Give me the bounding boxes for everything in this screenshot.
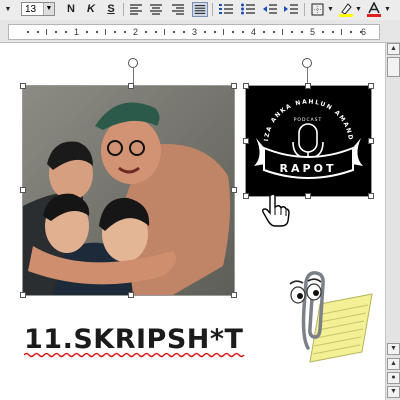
resize-handle[interactable] (128, 292, 134, 298)
font-color-bar (367, 14, 381, 17)
ruler-number: 1 (74, 27, 80, 37)
ruler-dot (124, 31, 126, 33)
resize-handle[interactable] (243, 83, 249, 89)
ruler-dot (86, 31, 88, 33)
group-photo-image (23, 86, 234, 295)
ruler-dot (301, 31, 303, 33)
ruler-dot (37, 31, 39, 33)
borders-dropdown-arrow[interactable]: ▼ (327, 2, 334, 17)
font-name-dropdown-arrow[interactable]: ▼ (3, 2, 13, 17)
vertical-scrollbar[interactable]: ▲ ▼ ▲ ● ▼ (385, 43, 400, 400)
rotate-handle[interactable] (128, 58, 138, 68)
resize-handle[interactable] (305, 193, 311, 199)
ruler-tick (282, 29, 283, 35)
ruler-dot (360, 31, 362, 33)
ruler-dot (273, 31, 275, 33)
ruler-dot (291, 31, 293, 33)
rapot-podcast-logo: RIZA ANKA NAHLUN AMANDA PODCAST RAPOT (246, 86, 371, 196)
scroll-down-button[interactable]: ▼ (387, 343, 400, 355)
ruler-tick (46, 29, 47, 35)
ruler-dot (232, 31, 234, 33)
resize-handle[interactable] (20, 292, 26, 298)
toolbar-separator (123, 3, 124, 16)
office-paperclip-assistant-icon[interactable] (278, 268, 378, 364)
rotate-handle[interactable] (302, 58, 312, 68)
selected-photo-frame[interactable] (22, 85, 235, 296)
ruler-dot (350, 31, 352, 33)
font-size-dropdown-arrow[interactable]: ▼ (43, 3, 54, 15)
ruler-dot (55, 31, 57, 33)
highlight-dropdown-arrow[interactable]: ▼ (355, 2, 362, 17)
ruler-tick (341, 29, 342, 35)
selected-logo-frame[interactable]: RIZA ANKA NAHLUN AMANDA PODCAST RAPOT (245, 85, 372, 197)
ruler-dot (173, 31, 175, 33)
decrease-indent-icon[interactable] (262, 2, 278, 17)
select-browse-object-button[interactable]: ● (387, 372, 400, 384)
resize-handle[interactable] (305, 83, 311, 89)
logo-sub-text: PODCAST (294, 117, 323, 123)
ruler-dot (145, 31, 147, 33)
highlight-color-bar (339, 14, 353, 17)
bold-button[interactable]: N (64, 2, 78, 17)
resize-handle[interactable] (231, 187, 237, 193)
italic-button[interactable]: K (84, 2, 98, 17)
toolbar-separator (212, 3, 213, 16)
numbered-list-icon[interactable] (218, 2, 234, 17)
previous-page-button[interactable]: ▲ (387, 358, 400, 370)
ruler-dot (242, 31, 244, 33)
ruler-number: 4 (251, 27, 257, 37)
highlight-icon[interactable] (338, 2, 354, 17)
align-right-icon[interactable] (170, 2, 186, 17)
ruler-dot (214, 31, 216, 33)
resize-handle[interactable] (243, 193, 249, 199)
formatting-toolbar: ▼ 13 ▼ N K S ▼ ▼ ▼ (0, 0, 400, 21)
ruler-dot (155, 31, 157, 33)
ruler-number: 3 (192, 27, 198, 37)
scroll-thumb[interactable] (387, 57, 400, 77)
ruler-dot (204, 31, 206, 33)
ruler-tick (223, 29, 224, 35)
font-size-combo[interactable]: 13 ▼ (21, 2, 55, 16)
resize-handle[interactable] (368, 193, 374, 199)
resize-handle[interactable] (231, 83, 237, 89)
hand-pointer-icon (262, 193, 290, 227)
spellcheck-underline (24, 352, 245, 358)
resize-handle[interactable] (20, 83, 26, 89)
resize-handle[interactable] (368, 138, 374, 144)
logo-banner-text: RAPOT (280, 162, 337, 175)
horizontal-ruler-bar: 1 2 3 4 5 6 (0, 20, 400, 59)
resize-handle[interactable] (128, 83, 134, 89)
borders-icon[interactable] (310, 2, 326, 17)
ruler-dot (322, 31, 324, 33)
ruler-number: 2 (133, 27, 139, 37)
align-left-icon[interactable] (128, 2, 144, 17)
resize-handle[interactable] (231, 292, 237, 298)
ruler-dot (114, 31, 116, 33)
ruler-tick (164, 29, 165, 35)
font-size-value: 13 (25, 4, 37, 15)
font-color-dropdown-arrow[interactable]: ▼ (384, 2, 391, 17)
bullet-list-icon[interactable] (240, 2, 256, 17)
increase-indent-icon[interactable] (283, 2, 299, 17)
next-page-button[interactable]: ▼ (387, 386, 400, 398)
resize-handle[interactable] (368, 83, 374, 89)
justify-icon[interactable] (192, 2, 208, 17)
align-center-icon[interactable] (148, 2, 164, 17)
resize-handle[interactable] (20, 187, 26, 193)
scroll-up-button[interactable]: ▲ (387, 43, 400, 55)
font-color-icon[interactable] (366, 2, 382, 17)
toolbar-separator (304, 3, 305, 16)
underline-button[interactable]: S (104, 2, 118, 17)
ruler-dot (332, 31, 334, 33)
ruler-dot (183, 31, 185, 33)
resize-handle[interactable] (243, 138, 249, 144)
ruler-dot (96, 31, 98, 33)
horizontal-ruler[interactable]: 1 2 3 4 5 6 (8, 24, 380, 40)
ruler-number: 5 (310, 27, 316, 37)
ruler-tick (105, 29, 106, 35)
ruler-dot (263, 31, 265, 33)
ruler-dot (65, 31, 67, 33)
ruler-dot (27, 31, 29, 33)
